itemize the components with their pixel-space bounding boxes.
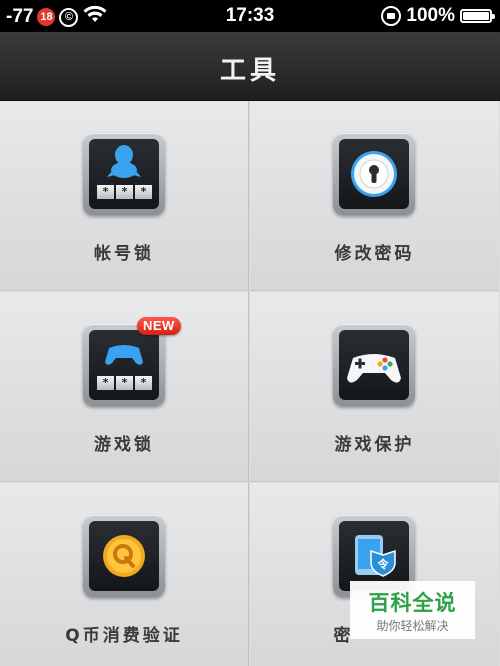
password-star: * [97, 376, 114, 390]
new-badge: NEW [137, 317, 181, 335]
tool-label: 游戏锁 [94, 435, 154, 455]
status-bar: -77 18 © 17:33 100% [0, 0, 500, 32]
watermark-logo: 百科全说 助你轻松解决 [350, 581, 475, 639]
password-star: * [116, 376, 133, 390]
battery-icon [460, 9, 495, 23]
watermark-subtitle: 助你轻松解决 [376, 619, 449, 633]
tool-label: 游戏保护 [334, 435, 415, 455]
password-star: * [135, 185, 152, 199]
page-title: 工具 [219, 56, 280, 86]
watermark-title: 百科全说 [368, 591, 457, 615]
account-lock-icon: * * * [83, 133, 165, 215]
tool-change-password[interactable]: 修改密码 [250, 101, 499, 291]
game-protect-icon [333, 324, 415, 406]
qcoin-verify-icon [83, 515, 165, 597]
tool-account-lock[interactable]: * * * 帐号锁 [0, 101, 249, 291]
tool-game-lock[interactable]: * * * NEW 游戏锁 [0, 292, 249, 482]
password-star: * [97, 185, 114, 199]
game-lock-icon: * * * [83, 324, 165, 406]
svg-text:令: 令 [377, 557, 390, 571]
password-star: * [135, 376, 152, 390]
tool-label: 修改密码 [334, 244, 415, 264]
tool-label: 帐号锁 [94, 244, 154, 264]
nav-bar: 工具 [0, 32, 500, 101]
battery-percent: 100% [406, 5, 455, 26]
password-star: * [116, 185, 133, 199]
tool-game-protect[interactable]: 游戏保护 [250, 292, 499, 482]
rotation-lock-icon [381, 6, 402, 26]
change-password-icon [333, 133, 415, 215]
